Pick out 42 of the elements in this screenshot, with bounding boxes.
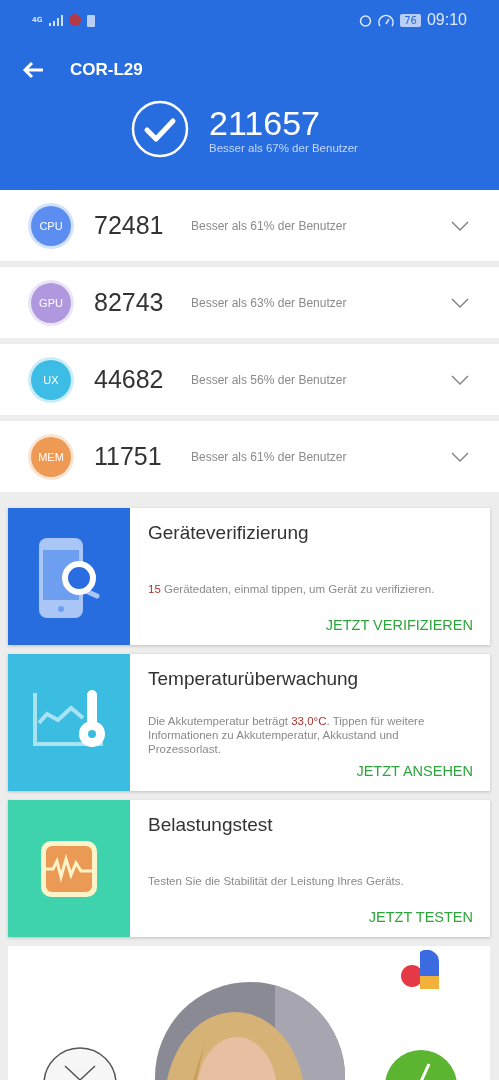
card-description: 15 Gerätedaten, einmal tippen, um Gerät zu verifizieren. [148, 581, 436, 597]
battery-alert-icon [86, 13, 95, 27]
clock: 09:10 [426, 11, 467, 29]
total-rank: Besser als 67% der Benutzer [209, 142, 358, 154]
category-score: 82743 [94, 288, 165, 317]
chevron-down-icon[interactable] [451, 297, 469, 308]
score-row[interactable]: UX 44682 Besser als 56% der Benutzer [0, 344, 499, 415]
card-description: Testen Sie die Stabilität der Leistung Ihres Geräts. [148, 873, 405, 889]
check-circle-icon [131, 100, 189, 158]
chevron-down-icon[interactable] [451, 451, 469, 462]
device-title: COR-L29 [70, 60, 143, 80]
category-badge: UX [31, 359, 71, 400]
speedometer-icon [378, 13, 395, 27]
chevron-down-icon[interactable] [451, 220, 469, 231]
chevron-down-icon[interactable] [451, 374, 469, 385]
signal-icon [48, 14, 63, 26]
category-rank: Besser als 61% der Benutzer [191, 218, 348, 233]
total-score: 211657 [209, 104, 321, 142]
score-row[interactable]: GPU 82743 Besser als 63% der Benutzer [0, 267, 499, 338]
heart-logo-icon [400, 950, 440, 990]
score-row[interactable]: MEM 11751 Besser als 61% der Benutzer [0, 421, 499, 492]
notification-icon [68, 14, 81, 26]
card-description: Die Akkutemperatur beträgt 33,0°C. Tippen für weitere Informationen zu Akkutemperatur, Akkustand und Prozessorlast. [148, 713, 426, 757]
category-score: 11751 [94, 442, 163, 471]
score-row[interactable]: CPU 72481 Besser als 61% der Benutzer [0, 190, 499, 261]
category-score: 44682 [94, 365, 165, 394]
card-title: Belastungstest [148, 814, 274, 837]
dismiss-button[interactable] [43, 1044, 117, 1080]
phone-search-icon [37, 535, 101, 618]
battery-level: 76 [400, 13, 421, 27]
back-arrow-icon[interactable] [22, 61, 44, 79]
category-score: 72481 [94, 211, 165, 240]
card-title: Geräteverifizierung [148, 522, 310, 545]
category-rank: Besser als 63% der Benutzer [191, 295, 348, 310]
category-rank: Besser als 61% der Benutzer [191, 449, 348, 464]
category-badge: CPU [31, 205, 71, 246]
category-rank: Besser als 56% der Benutzer [191, 372, 348, 387]
card-title: Temperaturüberwachung [148, 668, 360, 691]
alarm-icon [359, 13, 373, 27]
category-badge: MEM [31, 436, 71, 477]
like-button[interactable] [385, 1048, 457, 1080]
category-badge: GPU [31, 282, 71, 323]
